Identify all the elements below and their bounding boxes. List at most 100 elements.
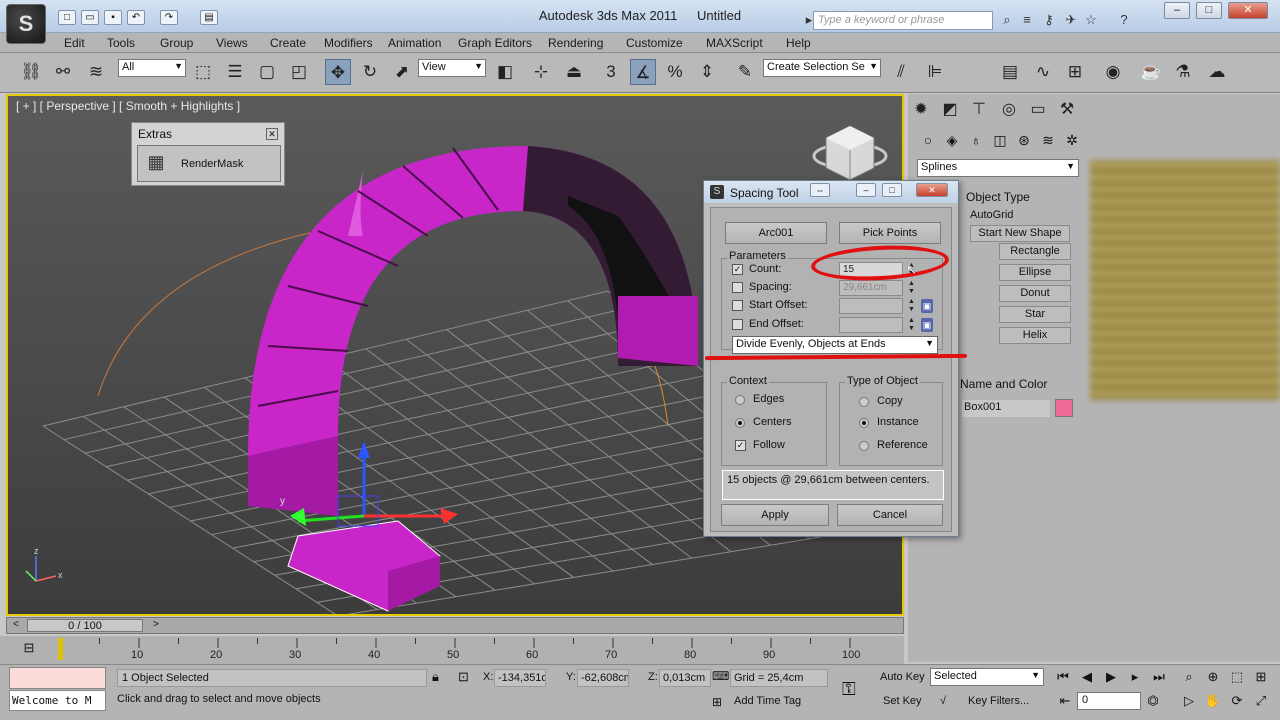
object-type-rollout[interactable]: Object Type	[966, 190, 1030, 204]
set-key-button[interactable]: Set Key	[883, 695, 922, 707]
unlink-icon[interactable]: ⚯	[50, 59, 76, 85]
object-name-field[interactable]: Box001	[962, 400, 1050, 417]
time-tag-icon[interactable]: ⊞	[712, 695, 722, 709]
end-offset-checkbox[interactable]	[732, 319, 743, 330]
pick-path-button[interactable]: Arc001	[725, 222, 827, 244]
count-checkbox[interactable]: ✓	[732, 264, 743, 275]
bind-space-warp-icon[interactable]: ≋	[83, 59, 109, 85]
zoom-extents-all-icon[interactable]: ⊞	[1252, 668, 1270, 686]
hierarchy-tab-icon[interactable]: ⊤	[966, 98, 992, 122]
spacewarps-icon[interactable]: ≋	[1037, 130, 1059, 150]
rectangular-selection-icon[interactable]: ▢	[254, 59, 280, 85]
project-folder-icon[interactable]: ▤	[200, 10, 218, 25]
keyboard-entry-icon[interactable]: ⌨	[712, 669, 729, 683]
helpers-icon[interactable]: ⊛	[1013, 130, 1035, 150]
display-tab-icon[interactable]: ▭	[1025, 98, 1051, 122]
maximize-viewport-icon[interactable]: ⤢	[1252, 692, 1270, 710]
select-by-name-icon[interactable]: ☰	[222, 59, 248, 85]
selection-filter-select[interactable]: All ▼	[118, 59, 186, 77]
viewport-label[interactable]: [ + ] [ Perspective ] [ Smooth + Highlig…	[16, 99, 240, 113]
dialog-minimize-button[interactable]: –	[856, 183, 876, 197]
start-offset-input[interactable]	[839, 298, 903, 314]
key-filters-button[interactable]: Key Filters...	[968, 695, 1029, 707]
menu-maxscript[interactable]: MAXScript	[706, 36, 763, 50]
reference-coord-select[interactable]: View ▼	[418, 59, 486, 77]
zoom-icon[interactable]: ⌕	[1180, 668, 1198, 686]
time-config-icon[interactable]: ⏣	[1144, 692, 1162, 710]
key-tangent-icon[interactable]: √	[940, 695, 946, 707]
search-input[interactable]: Type a keyword or phrase	[813, 11, 993, 30]
centers-radio[interactable]	[735, 418, 745, 428]
key-mode-toggle-icon[interactable]: ⇤	[1056, 692, 1074, 710]
end-offset-input[interactable]	[839, 317, 903, 333]
geometry-icon[interactable]: ○	[917, 130, 939, 150]
redo-icon[interactable]: ↷	[160, 10, 178, 25]
play-icon[interactable]: ▶	[1102, 668, 1120, 686]
end-offset-spinner[interactable]: ▲ ▼	[907, 317, 916, 333]
copy-radio[interactable]	[859, 397, 869, 407]
menu-customize[interactable]: Customize	[626, 36, 683, 50]
communication-icon[interactable]: ✈	[1062, 11, 1080, 29]
start-new-shape-button[interactable]: Start New Shape	[970, 225, 1070, 242]
create-tab-icon[interactable]: ✹	[908, 98, 934, 122]
absolute-mode-icon[interactable]: ⊡	[458, 669, 469, 685]
menu-create[interactable]: Create	[270, 36, 306, 50]
menu-rendering[interactable]: Rendering	[548, 36, 603, 50]
spacing-input[interactable]: 29,661cm	[839, 280, 903, 296]
menu-views[interactable]: Views	[216, 36, 248, 50]
pick-points-button[interactable]: Pick Points	[839, 222, 941, 244]
add-time-tag-button[interactable]: Add Time Tag	[734, 695, 801, 707]
end-offset-lock-icon[interactable]: ▣	[921, 318, 933, 332]
pivot-center-icon[interactable]: ◧	[492, 59, 518, 85]
schematic-view-icon[interactable]: ⊞	[1062, 59, 1088, 85]
shapes-icon[interactable]: ◈	[941, 130, 963, 150]
snaps-toggle-icon[interactable]: 3	[598, 59, 624, 85]
object-category-select[interactable]: Splines ▼	[917, 159, 1079, 177]
menu-help[interactable]: Help	[786, 36, 811, 50]
dialog-maximize-button[interactable]: □	[882, 183, 902, 197]
select-and-move-icon[interactable]: ✥	[325, 59, 351, 85]
modify-tab-icon[interactable]: ◩	[937, 98, 963, 122]
rectangle-button[interactable]: Rectangle	[999, 243, 1071, 260]
key-mode-select[interactable]: Selected ▼	[930, 668, 1044, 686]
time-prev-button[interactable]: <	[13, 619, 19, 630]
x-coordinate-field[interactable]: -134,351cr	[494, 669, 546, 687]
set-key-icon[interactable]: ⚿	[842, 679, 856, 700]
align-icon[interactable]: ⊫	[922, 59, 948, 85]
apply-button[interactable]: Apply	[721, 504, 829, 526]
donut-button[interactable]: Donut	[999, 285, 1071, 302]
previous-frame-icon[interactable]: ◀	[1078, 668, 1096, 686]
undo-icon[interactable]: ↶	[127, 10, 145, 25]
render-production-icon[interactable]: ☁	[1204, 59, 1230, 85]
binoculars-icon[interactable]: ⌕	[998, 11, 1016, 29]
systems-icon[interactable]: ✲	[1061, 130, 1083, 150]
search-key-icon[interactable]: ⚷	[1040, 11, 1058, 29]
time-next-button[interactable]: >	[153, 619, 159, 630]
save-file-icon[interactable]: ▪	[104, 10, 122, 25]
auto-key-button[interactable]: Auto Key	[880, 671, 925, 683]
material-editor-icon[interactable]: ◉	[1100, 59, 1126, 85]
menu-edit[interactable]: Edit	[64, 36, 85, 50]
go-to-end-icon[interactable]: ⏭	[1150, 668, 1168, 686]
start-offset-lock-icon[interactable]: ▣	[921, 299, 933, 313]
extras-toolbar[interactable]: Extras ✕ ▦ RenderMask	[131, 122, 285, 186]
render-setup-icon[interactable]: ☕	[1138, 59, 1164, 85]
select-and-scale-icon[interactable]: ⬈	[389, 59, 415, 85]
maximize-button[interactable]: □	[1196, 2, 1222, 19]
open-mini-curve-editor-icon[interactable]: ⊟	[18, 640, 40, 660]
menu-animation[interactable]: Animation	[388, 36, 441, 50]
favorites-star-icon[interactable]: ☆	[1082, 11, 1100, 29]
star-button[interactable]: Star	[999, 306, 1071, 323]
dialog-resize-icon[interactable]: ⇔	[810, 183, 830, 197]
zoom-extents-icon[interactable]: ⬚	[1228, 668, 1246, 686]
dialog-close-button[interactable]: ✕	[916, 183, 948, 197]
app-logo-icon[interactable]: S	[6, 4, 46, 44]
select-and-rotate-icon[interactable]: ↻	[357, 59, 383, 85]
name-and-color-rollout[interactable]: Name and Color	[960, 377, 1047, 391]
maxscript-listener-output[interactable]: Welcome to M	[9, 690, 106, 711]
menu-graph-editors[interactable]: Graph Editors	[458, 36, 532, 50]
angle-snap-icon[interactable]: ∡	[630, 59, 656, 85]
rendermask-button[interactable]: ▦ RenderMask	[137, 145, 281, 182]
curve-editor-icon[interactable]: ∿	[1030, 59, 1056, 85]
selection-lock-icon[interactable]: 🔒︎	[432, 669, 439, 685]
